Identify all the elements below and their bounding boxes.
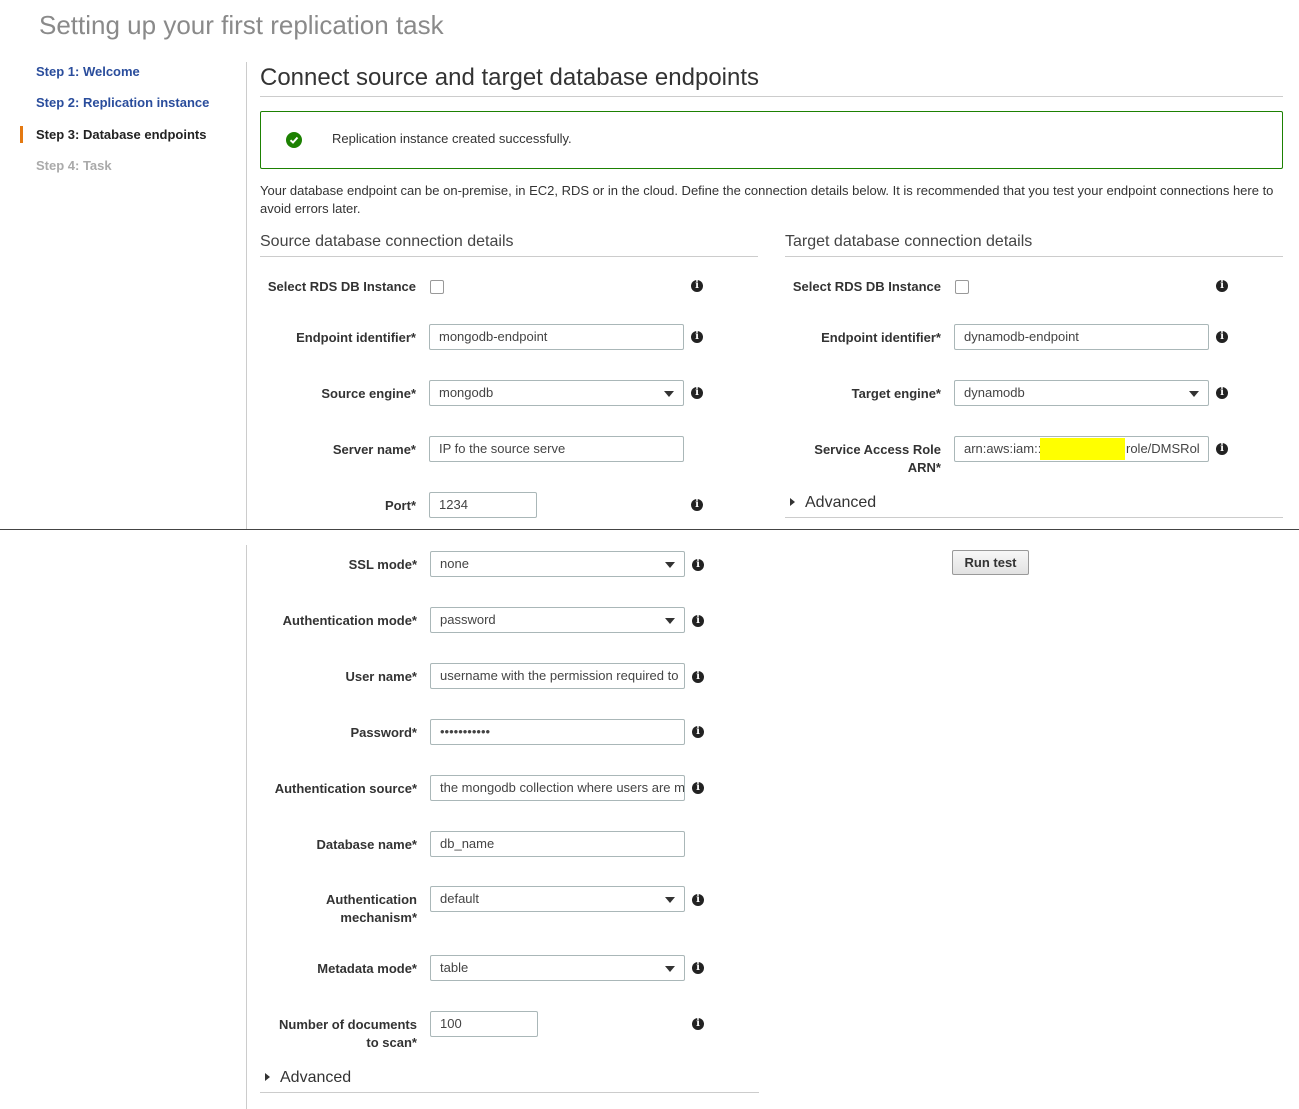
source-auth-source-label: Authentication source* <box>274 781 417 796</box>
source-username-input[interactable]: username with the permission required to <box>430 663 685 689</box>
arn-suffix: role/DMSRol <box>1126 441 1200 456</box>
source-db-name-input[interactable]: db_name <box>430 831 685 857</box>
info-icon[interactable]: i <box>1216 280 1228 292</box>
target-select-rds-checkbox[interactable] <box>955 280 969 294</box>
source-metadata-mode-select[interactable]: table <box>430 955 685 981</box>
info-icon[interactable]: i <box>1216 387 1228 399</box>
source-metadata-mode-label: Metadata mode* <box>317 961 417 976</box>
source-auth-mechanism-select[interactable]: default <box>430 886 685 912</box>
info-icon[interactable]: i <box>1216 443 1228 455</box>
source-ssl-mode-select[interactable]: none <box>430 551 685 577</box>
source-docs-to-scan-input[interactable]: 100 <box>430 1011 538 1037</box>
source-server-name-input[interactable]: IP fo the source serve <box>429 436 684 462</box>
caret-right-icon <box>790 497 795 506</box>
target-endpoint-id-input[interactable]: dynamodb-endpoint <box>954 324 1209 350</box>
target-select-rds-label: Select RDS DB Instance <box>792 279 941 294</box>
source-docs-to-scan-label: Number of documents to scan* <box>262 1016 417 1052</box>
docs-to-scan-label-line2: to scan* <box>366 1035 417 1050</box>
source-select-rds-checkbox[interactable] <box>430 280 444 294</box>
source-title-underline <box>260 256 758 257</box>
source-username-label: User name* <box>345 669 417 684</box>
source-advanced-toggle[interactable]: Advanced <box>265 1069 351 1087</box>
info-icon[interactable]: i <box>692 671 704 683</box>
arn-label-line2: ARN* <box>907 460 941 475</box>
page-break-divider <box>0 529 1299 530</box>
section-heading: Connect source and target database endpo… <box>260 64 760 91</box>
auth-mechanism-label-line1: Authentication <box>326 892 417 907</box>
banner-message: Replication instance created successfull… <box>332 131 572 146</box>
info-icon[interactable]: i <box>691 387 703 399</box>
target-arn-input[interactable]: arn:aws:iam:: role/DMSRol <box>954 436 1209 462</box>
info-icon[interactable]: i <box>691 280 703 292</box>
caret-right-icon <box>265 1072 270 1081</box>
source-engine-label: Source engine* <box>321 386 416 401</box>
page-title: Setting up your first replication task <box>39 10 444 40</box>
sidebar-divider <box>246 62 247 529</box>
step-replication-instance[interactable]: Step 2: Replication instance <box>36 95 209 110</box>
info-icon[interactable]: i <box>692 894 704 906</box>
auth-mechanism-label-line2: mechanism* <box>340 910 417 925</box>
target-engine-select[interactable]: dynamodb <box>954 380 1209 406</box>
target-advanced-underline <box>785 517 1283 518</box>
redaction-block <box>1040 438 1125 460</box>
info-icon[interactable]: i <box>692 559 704 571</box>
target-advanced-label: Advanced <box>805 494 877 511</box>
source-advanced-label: Advanced <box>280 1069 352 1086</box>
source-db-name-label: Database name* <box>316 837 417 852</box>
success-banner: Replication instance created successfull… <box>260 111 1283 169</box>
heading-underline <box>260 96 1283 97</box>
step-welcome[interactable]: Step 1: Welcome <box>36 64 140 79</box>
source-select-rds-label: Select RDS DB Instance <box>267 279 416 294</box>
info-icon[interactable]: i <box>1216 331 1228 343</box>
source-ssl-mode-label: SSL mode* <box>348 557 417 572</box>
info-icon[interactable]: i <box>692 782 704 794</box>
source-port-label: Port* <box>384 498 416 513</box>
target-endpoint-id-label: Endpoint identifier* <box>821 330 941 345</box>
step-task: Step 4: Task <box>36 158 112 173</box>
source-auth-source-input[interactable]: the mongodb collection where users are m <box>430 775 685 801</box>
target-advanced-toggle[interactable]: Advanced <box>790 494 876 512</box>
source-password-label: Password* <box>350 725 417 740</box>
source-auth-mechanism-label: Authentication mechanism* <box>262 891 417 927</box>
info-icon[interactable]: i <box>691 499 703 511</box>
source-port-input[interactable]: 1234 <box>429 492 537 518</box>
sidebar-divider-lower <box>246 545 247 1109</box>
source-section-title: Source database connection details <box>260 233 514 250</box>
arn-label-line1: Service Access Role <box>814 442 941 457</box>
info-icon[interactable]: i <box>692 1018 704 1030</box>
target-engine-label: Target engine* <box>851 386 941 401</box>
run-test-button[interactable]: Run test <box>952 550 1029 575</box>
source-server-name-label: Server name* <box>332 442 416 457</box>
target-section-title: Target database connection details <box>785 233 1033 250</box>
active-step-indicator <box>20 126 23 143</box>
step-database-endpoints: Step 3: Database endpoints <box>36 127 207 142</box>
arn-prefix: arn:aws:iam:: <box>964 441 1042 456</box>
info-icon[interactable]: i <box>692 962 704 974</box>
info-icon[interactable]: i <box>691 331 703 343</box>
source-auth-mode-label: Authentication mode* <box>282 613 417 628</box>
info-icon[interactable]: i <box>692 615 704 627</box>
source-endpoint-id-input[interactable]: mongodb-endpoint <box>429 324 684 350</box>
source-advanced-underline <box>260 1092 759 1093</box>
docs-to-scan-label-line1: Number of documents <box>279 1017 417 1032</box>
target-title-underline <box>785 256 1283 257</box>
target-arn-label: Service Access Role ARN* <box>787 441 941 477</box>
check-circle-icon <box>286 132 302 148</box>
source-password-input[interactable]: ••••••••••• <box>430 719 685 745</box>
source-endpoint-id-label: Endpoint identifier* <box>296 330 416 345</box>
info-icon[interactable]: i <box>692 726 704 738</box>
description-text: Your database endpoint can be on-premise… <box>260 183 1274 216</box>
source-engine-select[interactable]: mongodb <box>429 380 684 406</box>
source-auth-mode-select[interactable]: password <box>430 607 685 633</box>
